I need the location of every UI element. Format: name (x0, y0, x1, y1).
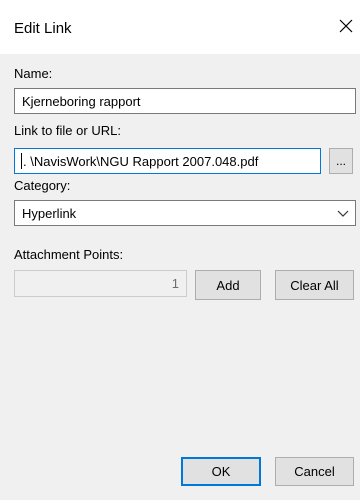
title-bar: Edit Link (0, 0, 360, 54)
cancel-label: Cancel (294, 464, 335, 479)
name-field[interactable]: Kjerneboring rapport (14, 88, 356, 114)
clear-all-button[interactable]: Clear All (275, 270, 354, 300)
browse-label: ... (335, 154, 346, 168)
close-icon (339, 19, 353, 33)
dialog-title: Edit Link (14, 20, 72, 37)
name-label: Name: (14, 66, 53, 81)
ok-label: OK (211, 464, 231, 479)
link-label: Link to file or URL: (14, 123, 121, 138)
edit-link-dialog: Edit Link Name: Kjerneboring rapport Lin… (0, 0, 360, 500)
link-value: . \NavisWork\NGU Rapport 2007.048.pdf (23, 153, 259, 169)
cancel-button[interactable]: Cancel (275, 457, 354, 486)
add-button[interactable]: Add (195, 270, 261, 300)
add-label: Add (216, 277, 240, 293)
link-field[interactable]: . \NavisWork\NGU Rapport 2007.048.pdf (14, 148, 321, 174)
category-select[interactable]: Hyperlink (14, 200, 356, 226)
close-button[interactable] (332, 10, 360, 42)
attachment-points-label: Attachment Points: (14, 247, 124, 262)
ok-button[interactable]: OK (181, 457, 261, 486)
category-value: Hyperlink (22, 205, 77, 221)
chevron-down-icon (337, 210, 349, 217)
category-label: Category: (14, 178, 71, 193)
name-value: Kjerneboring rapport (22, 93, 141, 109)
browse-button[interactable]: ... (329, 148, 353, 174)
text-caret (21, 153, 22, 169)
attachment-count: 1 (171, 276, 179, 291)
attachment-points-field: 1 (14, 270, 187, 297)
clear-all-label: Clear All (290, 277, 339, 293)
